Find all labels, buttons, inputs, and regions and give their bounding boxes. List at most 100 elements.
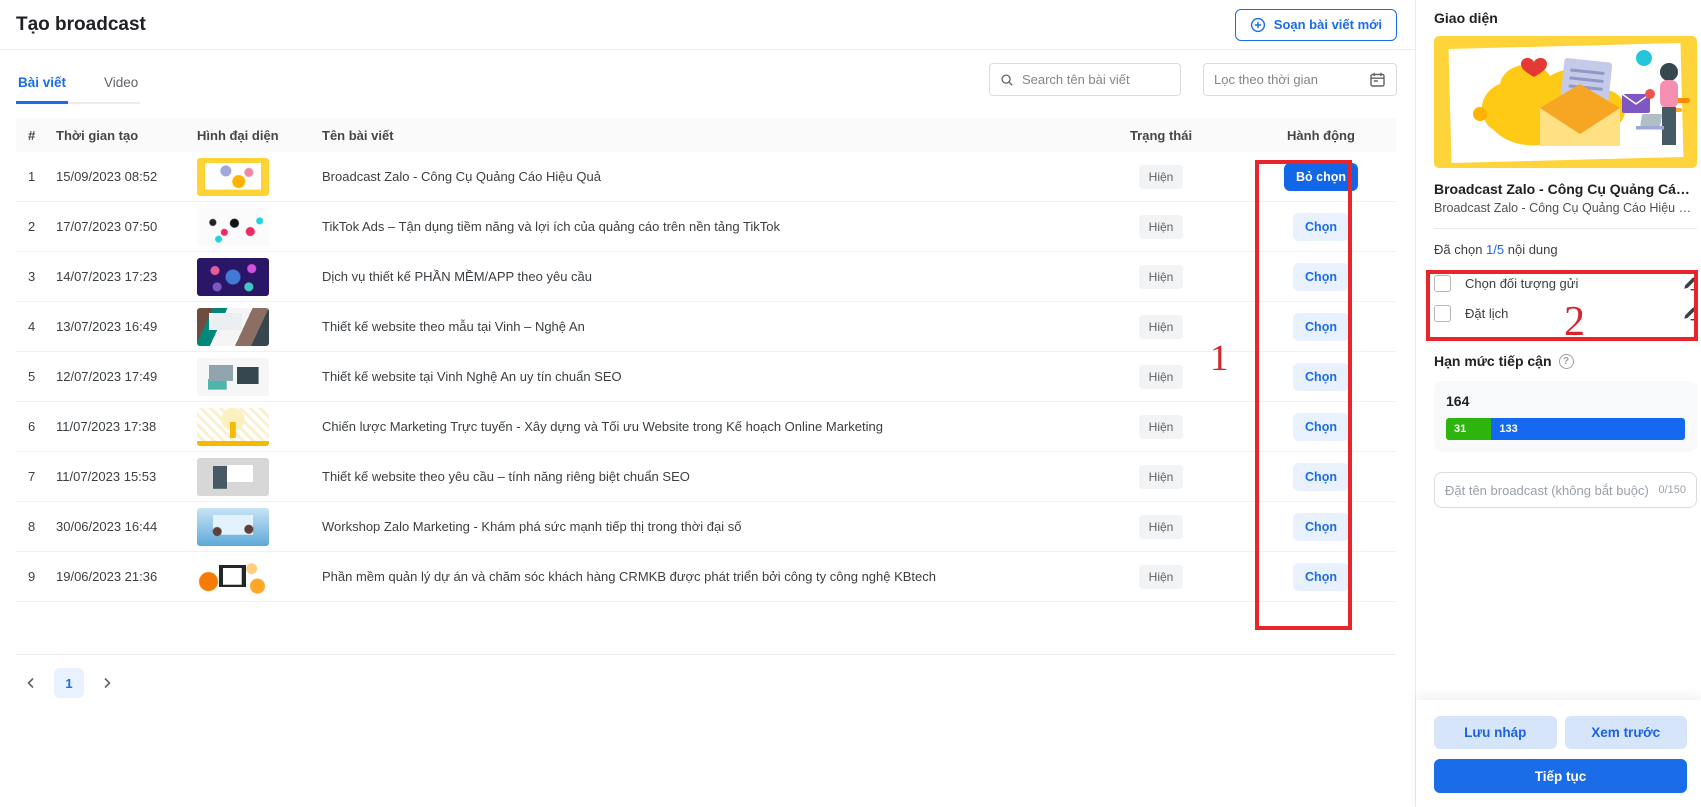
pagination-next-button[interactable] [92,668,122,698]
page-header: Tạo broadcast Soạn bài viết mới [0,0,1415,50]
row-index: 6 [16,419,56,434]
tabs: Bài viết Video [16,65,140,104]
status-badge: Hiện [1139,465,1184,489]
select-post-button[interactable]: Chọn [1293,363,1349,391]
pagination-prev-button[interactable] [16,668,46,698]
row-index: 1 [16,169,56,184]
col-header-created: Thời gian tạo [56,128,197,143]
status-badge: Hiện [1139,315,1184,339]
quota-total: 164 [1446,393,1685,409]
selection-count: 1/5 [1486,242,1504,257]
broadcast-create-page: Tạo broadcast Soạn bài viết mới Bài viết… [0,0,1701,807]
select-post-button[interactable]: Chọn [1293,563,1349,591]
quota-card: 164 31 133 [1434,381,1697,452]
broadcast-name-field: 0/150 [1434,472,1697,508]
selection-suffix: nội dung [1504,242,1558,257]
quota-segment-remaining: 133 [1491,418,1685,440]
col-header-title: Tên bài viết [322,128,1076,143]
table-row: 6 11/07/2023 17:38 Chiến lược Marketing … [16,402,1396,452]
col-header-status: Trạng thái [1076,128,1246,143]
row-index: 2 [16,219,56,234]
option-row-audience: Chọn đối tượng gửi [1434,268,1697,298]
post-title: Dịch vụ thiết kế PHẦN MỀM/APP theo yêu c… [322,269,1076,284]
status-badge: Hiện [1139,165,1184,189]
page-title: Tạo broadcast [16,14,146,36]
tab-articles[interactable]: Bài viết [16,65,68,104]
select-post-button[interactable]: Chọn [1293,463,1349,491]
select-post-button[interactable]: Chọn [1293,263,1349,291]
option-row-schedule: Đặt lịch [1434,298,1697,328]
continue-button[interactable]: Tiếp tục [1434,759,1687,793]
row-created: 30/06/2023 16:44 [56,519,197,534]
table-row: 5 12/07/2023 17:49 Thiết kế website tại … [16,352,1396,402]
row-created: 19/06/2023 21:36 [56,569,197,584]
time-filter-select[interactable]: Lọc theo thời gian [1203,63,1397,96]
status-badge: Hiện [1139,265,1184,289]
table-row: 7 11/07/2023 15:53 Thiết kế website theo… [16,452,1396,502]
table-row: 2 17/07/2023 07:50 TikTok Ads – Tận dụng… [16,202,1396,252]
search-box [989,63,1181,96]
post-title: Broadcast Zalo - Công Cụ Quảng Cáo Hiệu … [322,169,1076,184]
edit-schedule-button[interactable] [1682,306,1697,321]
post-thumbnail [197,158,269,196]
select-post-button[interactable]: Chọn [1293,413,1349,441]
quota-header: Hạn mức tiếp cận ? [1434,353,1696,369]
plus-circle-icon [1250,17,1266,33]
quota-label: Hạn mức tiếp cận [1434,353,1552,369]
filter-controls: Lọc theo thời gian [989,63,1397,96]
status-badge: Hiện [1139,365,1184,389]
row-created: 17/07/2023 07:50 [56,219,197,234]
post-title: Thiết kế website theo mẫu tại Vinh – Ngh… [322,319,1076,334]
row-created: 11/07/2023 15:53 [56,469,197,484]
row-index: 7 [16,469,56,484]
row-created: 14/07/2023 17:23 [56,269,197,284]
select-post-button[interactable]: Chọn [1293,313,1349,341]
row-index: 8 [16,519,56,534]
deselect-post-button[interactable]: Bỏ chọn [1284,163,1358,191]
post-thumbnail [197,258,269,296]
save-draft-button[interactable]: Lưu nháp [1434,716,1557,749]
status-badge: Hiện [1139,515,1184,539]
pagination-page-1[interactable]: 1 [54,668,84,698]
broadcast-name-input[interactable] [1445,483,1652,498]
row-index: 3 [16,269,56,284]
tab-video[interactable]: Video [102,65,140,104]
controls-row: Bài viết Video Lọc theo thời gian [0,50,1415,104]
post-thumbnail [197,458,269,496]
broadcast-options: Chọn đối tượng gửi Đặt lịch [1434,268,1697,328]
post-title: Thiết kế website theo yêu cầu – tính năn… [322,469,1076,484]
sidebar-title: Giao diện [1434,10,1696,26]
post-thumbnail [197,208,269,246]
audience-option-label: Chọn đối tượng gửi [1465,276,1682,291]
preview-button[interactable]: Xem trước [1565,716,1688,749]
table-row: 4 13/07/2023 16:49 Thiết kế website theo… [16,302,1396,352]
question-circle-icon[interactable]: ? [1559,354,1574,369]
status-badge: Hiện [1139,215,1184,239]
table-row: 8 30/06/2023 16:44 Workshop Zalo Marketi… [16,502,1396,552]
selection-count-line: Đã chọn 1/5 nội dung [1434,242,1696,257]
quota-bar: 31 133 [1446,418,1685,440]
select-post-button[interactable]: Chọn [1293,513,1349,541]
chevron-left-icon [24,676,38,690]
post-thumbnail [197,408,269,446]
row-created: 13/07/2023 16:49 [56,319,197,334]
select-post-button[interactable]: Chọn [1293,213,1349,241]
preview-post-title: Broadcast Zalo - Công Cụ Quảng Cáo Hiệu … [1434,181,1697,197]
sidebar-footer: Lưu nháp Xem trước Tiếp tục [1416,700,1701,807]
col-header-thumbnail: Hình đại diện [197,128,322,143]
preview-sidebar: Giao diện [1415,0,1701,807]
compose-post-button[interactable]: Soạn bài viết mới [1235,9,1397,41]
schedule-option-label: Đặt lịch [1465,306,1682,321]
search-input[interactable] [1022,72,1170,87]
pagination: 1 [16,654,1396,698]
audience-checkbox[interactable] [1434,275,1451,292]
post-title: Chiến lược Marketing Trực tuyến - Xây dự… [322,419,1076,434]
post-thumbnail [197,508,269,546]
row-index: 9 [16,569,56,584]
table-header-row: # Thời gian tạo Hình đại diện Tên bài vi… [16,118,1396,152]
time-filter-placeholder: Lọc theo thời gian [1214,72,1318,87]
schedule-checkbox[interactable] [1434,305,1451,322]
edit-audience-button[interactable] [1682,276,1697,291]
posts-table: # Thời gian tạo Hình đại diện Tên bài vi… [16,118,1396,602]
post-title: Thiết kế website tại Vinh Nghệ An uy tín… [322,369,1076,384]
